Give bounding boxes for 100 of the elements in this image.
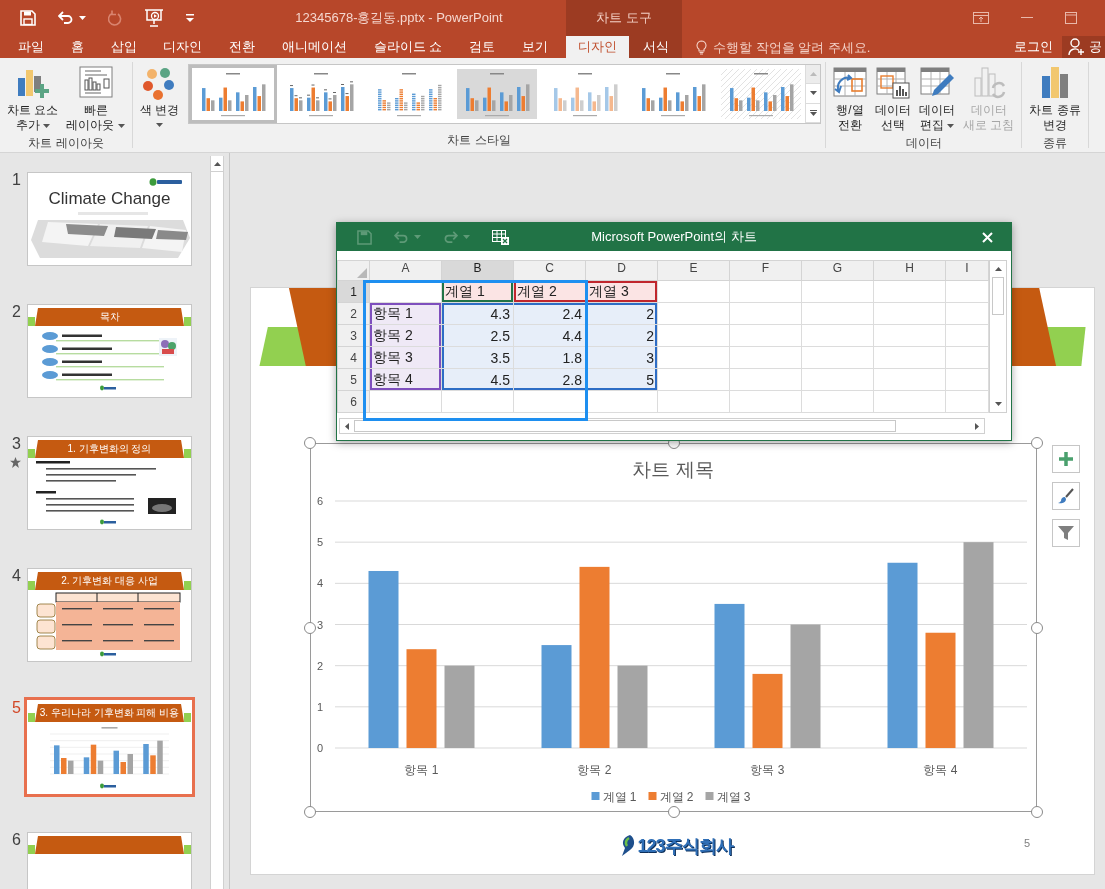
save-icon (357, 229, 372, 245)
column-header[interactable]: D (585, 260, 658, 281)
customize-icon[interactable] (186, 14, 194, 22)
ribbon-button[interactable]: 색 변경 (136, 62, 183, 129)
page-number: 5 (1024, 837, 1031, 849)
ribbon-button[interactable]: 행/열 전환 (830, 62, 871, 135)
header-accent-drawing (184, 845, 191, 854)
caret-icon (463, 235, 470, 239)
chart-styles-button[interactable] (1052, 482, 1080, 510)
resize-handle[interactable] (667, 806, 680, 818)
ribbon-tab[interactable]: 삽입 (110, 36, 137, 58)
slide-thumbnail[interactable]: 목차 (27, 304, 192, 398)
ribbon-tab[interactable]: 서식 (629, 36, 682, 58)
close-icon[interactable] (982, 231, 993, 243)
save-icon[interactable] (20, 10, 36, 26)
caret-down-icon (994, 402, 1002, 406)
resize-handle[interactable] (1031, 806, 1043, 818)
column-header[interactable]: A (369, 260, 442, 281)
legend-label: 계열 1 (602, 790, 637, 804)
window-title: Microsoft PowerPoint의 차트 (591, 228, 757, 246)
maximize-icon[interactable] (1065, 12, 1077, 24)
chart-filters-button[interactable] (1052, 519, 1080, 547)
legend-item: 계열 1 (591, 790, 637, 804)
chart-style-thumbnail[interactable] (189, 65, 278, 123)
slide-thumbnail[interactable]: 3. 우리나라 기후변화 피해 비용 (27, 700, 192, 794)
axis-label: 0 (316, 742, 324, 754)
axis-label: 2 (316, 659, 324, 672)
window-title: 12345678-홍길동.pptx - PowerPoint (294, 9, 504, 27)
slide-number: 4 (12, 568, 22, 584)
axis-label: 4 (316, 577, 324, 590)
axis-label: 항목 2 (577, 763, 612, 777)
filter-icon (1058, 525, 1074, 541)
ribbon-tab[interactable]: 디자인 (566, 36, 629, 58)
logo-icon (620, 834, 637, 858)
header-accent-drawing (184, 713, 191, 722)
caret-icon (79, 16, 86, 20)
slide-thumbnail[interactable]: 1. 기후변화의 정의 (27, 436, 192, 530)
slide-thumbnail[interactable]: 2. 기후변화 대응 사업 (27, 568, 192, 662)
header-accent-drawing (184, 581, 191, 590)
ribbon-button[interactable]: 데이터 선택 (872, 62, 915, 135)
header-accent-drawing (28, 713, 35, 722)
ribbon-tab[interactable]: 애니메이션 (282, 36, 347, 58)
ribbon-button[interactable]: 빠른 레이아웃 (63, 62, 128, 135)
resize-handle[interactable] (304, 437, 316, 449)
undo-icon[interactable] (58, 11, 74, 25)
ribbon-display-icon[interactable] (973, 12, 989, 24)
ribbon-button[interactable]: 데이터 편집 (916, 62, 959, 135)
share-button[interactable]: 공 (1062, 36, 1105, 58)
triangle-icon (357, 268, 367, 278)
add-chart-element-button[interactable] (1052, 445, 1080, 473)
column-header[interactable]: C (513, 260, 586, 281)
brush-icon (1058, 488, 1074, 504)
resize-handle[interactable] (1031, 437, 1043, 449)
column-header[interactable]: F (729, 260, 802, 281)
axis-label: 항목 4 (923, 763, 958, 777)
select-all-corner[interactable] (337, 260, 370, 281)
ribbon-tab[interactable]: 홈 (70, 36, 84, 58)
tell-me-field[interactable]: 수행할 작업을 알려 주세요. (713, 39, 883, 55)
header-accent-drawing (28, 449, 35, 458)
table-chart-icon (876, 66, 911, 100)
axis-label: 항목 1 (404, 763, 439, 777)
ribbon-tab[interactable]: 검토 (469, 36, 496, 58)
scrollbar[interactable] (210, 156, 224, 889)
column-header[interactable]: B (441, 260, 514, 281)
header-accent-drawing (28, 317, 35, 326)
column-header[interactable]: I (945, 260, 989, 281)
ribbon-button[interactable]: 차트 요소 추가 (4, 62, 62, 135)
ribbon-tab[interactable]: 전환 (229, 36, 256, 58)
caret-icon (414, 235, 421, 239)
scroll-thumb[interactable] (992, 277, 1004, 315)
axis-label: 5 (316, 536, 324, 549)
ribbon-tab[interactable]: 슬라이드 쇼 (373, 36, 443, 58)
legend-label: 계열 3 (716, 790, 751, 804)
legend-item: 계열 3 (705, 790, 751, 804)
group-label: 차트 스타일 (446, 132, 512, 148)
legend-item: 계열 2 (648, 790, 694, 804)
caret-up-icon (809, 72, 817, 77)
resize-handle[interactable] (304, 806, 316, 818)
column-header[interactable]: G (801, 260, 874, 281)
ribbon-tab[interactable]: 디자인 (163, 36, 203, 58)
slide-title: 2. 기후변화 대응 사업 (35, 572, 184, 590)
caret-down-icon (809, 91, 817, 96)
legend-label: 계열 2 (659, 790, 694, 804)
minimize-icon[interactable] (1021, 17, 1033, 19)
slide-title: 1. 기후변화의 정의 (35, 440, 184, 458)
ribbon-tab[interactable]: 보기 (522, 36, 548, 58)
scrollbar[interactable] (989, 260, 1007, 413)
slide-number: 6 (12, 832, 22, 848)
sign-in-link[interactable]: 로그인 (1014, 36, 1053, 58)
slide-title: 목차 (35, 308, 184, 326)
column-header[interactable]: H (873, 260, 946, 281)
resize-handle[interactable] (1031, 621, 1043, 634)
resize-handle[interactable] (304, 621, 316, 634)
slideshow-icon[interactable] (144, 9, 164, 27)
ribbon-button[interactable]: 차트 종류 변경 (1026, 62, 1084, 135)
axis-label: 6 (316, 495, 324, 507)
ribbon-tab[interactable]: 파일 (18, 36, 44, 58)
slide-thumbnail[interactable]: Climate Change (27, 172, 192, 266)
spreadsheet-icon[interactable] (492, 229, 509, 245)
column-header[interactable]: E (657, 260, 730, 281)
